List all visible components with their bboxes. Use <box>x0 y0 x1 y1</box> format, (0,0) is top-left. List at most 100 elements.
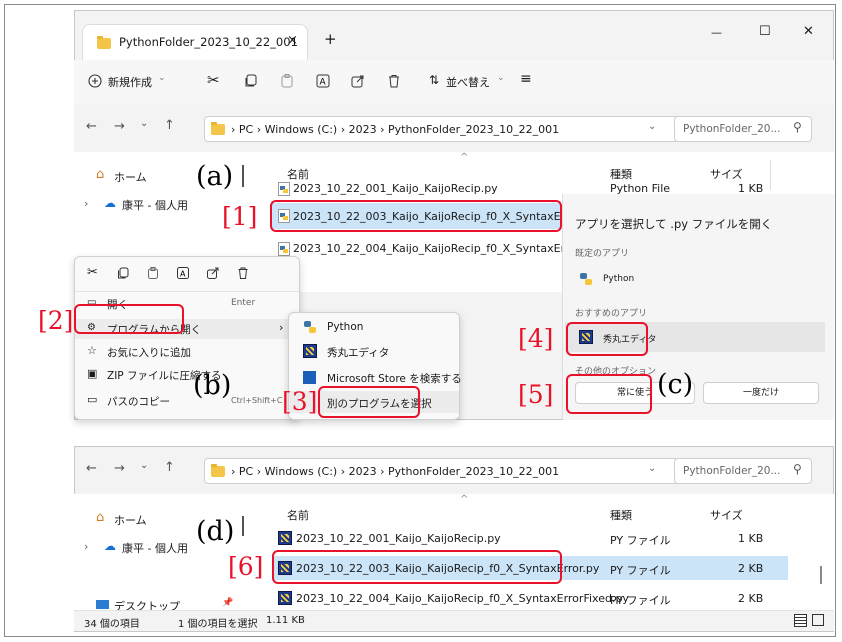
share-icon[interactable] <box>351 74 365 88</box>
submenu-item-python[interactable]: Python <box>289 317 459 337</box>
menu-item-copy-path[interactable]: ▭ パスのコピー Ctrl+Shift+C <box>75 392 299 410</box>
forward-icon[interactable]: → <box>114 119 125 134</box>
path-icon: ▭ <box>87 393 98 406</box>
plus-circle-icon <box>88 74 102 88</box>
file-row[interactable]: 2023_10_22_001_Kaijo_KaijoRecip.py PY ファ… <box>272 528 782 548</box>
col-size[interactable]: サイズ <box>710 166 743 182</box>
menu-item-favorite[interactable]: ☆ お気に入りに追加 <box>75 343 299 361</box>
up-icon[interactable]: ↑ <box>164 460 175 475</box>
minimize-button[interactable]: — <box>711 26 722 39</box>
search-input[interactable]: PythonFolder_20... ⚲ <box>674 458 812 484</box>
command-bar: 新規作成 ⌄ ✂ A ⇅ 並べ替え ⌄ ≡ <box>74 60 834 105</box>
rename-icon[interactable]: A <box>177 267 189 279</box>
col-size[interactable]: サイズ <box>710 507 743 523</box>
breadcrumb-item[interactable]: 2023 <box>349 123 377 136</box>
up-icon[interactable]: ↑ <box>164 118 175 133</box>
breadcrumb-item[interactable]: PC <box>239 465 253 478</box>
back-icon[interactable]: ← <box>86 461 97 476</box>
tab-close-icon[interactable]: × <box>287 33 298 48</box>
cut-icon[interactable]: ✂ <box>87 265 98 280</box>
sort-button[interactable]: ⇅ 並べ替え ⌄ <box>429 73 505 89</box>
delete-icon[interactable] <box>387 74 401 88</box>
copy-icon[interactable] <box>244 74 258 88</box>
highlight-6 <box>272 550 562 584</box>
breadcrumb-item[interactable]: PC <box>239 123 253 136</box>
highlight-2 <box>74 304 184 334</box>
path-dropdown-icon[interactable]: ⌄ <box>648 463 656 474</box>
breadcrumb-item[interactable]: PythonFolder_2023_10_22_001 <box>388 123 559 136</box>
path-dropdown-icon[interactable]: ⌄ <box>648 121 656 132</box>
address-bar-row-bottom: ← → ⌄ ↑ › PC › Windows (C:) › 2023 › Pyt… <box>74 446 834 494</box>
close-button[interactable]: ✕ <box>803 24 814 39</box>
chevron-down-icon: ⌄ <box>497 73 505 83</box>
submenu-label: 秀丸エディタ <box>327 347 390 359</box>
tiles-view-icon[interactable] <box>812 614 824 626</box>
status-size: 1.11 KB <box>266 615 305 626</box>
folder-icon <box>211 464 225 477</box>
forward-icon[interactable]: → <box>114 461 125 476</box>
annotation-d-bar <box>242 516 244 536</box>
menu-item-zip[interactable]: ▣ ZIP ファイルに圧縮する <box>75 366 299 384</box>
breadcrumb-item[interactable]: Windows (C:) <box>265 465 338 478</box>
nav-personal[interactable]: › ☁ 康平 - 個人用 <box>84 539 188 555</box>
col-type[interactable]: 種類 <box>610 507 632 523</box>
back-icon[interactable]: ← <box>86 119 97 134</box>
default-section-label: 既定のアプリ <box>575 249 630 259</box>
breadcrumb-item[interactable]: 2023 <box>349 465 377 478</box>
cut-icon[interactable]: ✂ <box>207 71 220 89</box>
new-tab-button[interactable]: + <box>324 30 337 48</box>
copy-icon[interactable] <box>117 267 129 279</box>
address-path[interactable]: › PC › Windows (C:) › 2023 › PythonFolde… <box>204 458 692 484</box>
paste-icon[interactable] <box>147 267 159 279</box>
paste-icon[interactable] <box>280 74 294 88</box>
tab-folder[interactable]: PythonFolder_2023_10_22_001 × <box>82 24 308 60</box>
annotation-1: [1] <box>222 202 258 231</box>
nav-home[interactable]: ⌂ ホーム <box>96 510 147 527</box>
nav-home[interactable]: ⌂ ホーム <box>96 167 147 184</box>
search-icon: ⚲ <box>793 462 802 476</box>
col-name[interactable]: 名前 <box>287 507 309 523</box>
delete-icon[interactable] <box>237 267 249 279</box>
rename-icon[interactable]: A <box>316 74 330 88</box>
search-placeholder: PythonFolder_20... <box>683 123 781 135</box>
once-button[interactable]: 一度だけ <box>703 382 819 404</box>
menu-item-label: お気に入りに追加 <box>107 347 191 359</box>
address-path[interactable]: › PC › Windows (C:) › 2023 › PythonFolde… <box>204 116 692 142</box>
chevron-right-icon: › <box>279 321 284 334</box>
submenu-item-store[interactable]: Microsoft Store を検索する <box>289 367 462 387</box>
breadcrumb-sep: › <box>380 123 385 136</box>
more-icon[interactable]: ≡ <box>520 71 532 87</box>
annotation-2: [2] <box>38 306 74 335</box>
file-row[interactable]: 2023_10_22_001_Kaijo_KaijoRecip.py <box>272 180 572 197</box>
sort-caret-icon: ^ <box>460 494 469 505</box>
nav-personal[interactable]: › ☁ 康平 - 個人用 <box>84 196 188 212</box>
annotation-6: [6] <box>228 552 264 581</box>
app-option-python[interactable]: Python <box>573 264 773 294</box>
star-icon: ☆ <box>87 344 97 357</box>
nav-personal-label: 康平 - 個人用 <box>122 199 188 212</box>
recent-chevron-icon[interactable]: ⌄ <box>140 460 148 471</box>
python-file-icon <box>278 242 290 256</box>
python-file-icon <box>278 182 290 196</box>
details-view-icon[interactable] <box>794 614 807 627</box>
new-button[interactable]: 新規作成 ⌄ <box>88 73 166 89</box>
file-size: 2 KB <box>738 562 764 575</box>
breadcrumb-item[interactable]: Windows (C:) <box>265 123 338 136</box>
search-input[interactable]: PythonFolder_20... ⚲ <box>674 116 812 142</box>
breadcrumb-sep: › <box>340 123 346 136</box>
annotation-4: [4] <box>518 324 554 353</box>
col-type[interactable]: 種類 <box>610 166 632 182</box>
scrollbar-thumb[interactable] <box>820 566 822 584</box>
annotation-5: [5] <box>518 380 554 409</box>
hidemaru-icon <box>278 591 292 605</box>
file-row[interactable]: 2023_10_22_004_Kaijo_KaijoRecip_f0_X_Syn… <box>272 588 782 608</box>
share-icon[interactable] <box>207 267 219 279</box>
maximize-button[interactable]: ☐ <box>759 24 771 39</box>
breadcrumb: › PC › Windows (C:) › 2023 › PythonFolde… <box>231 465 559 478</box>
file-row[interactable]: 2023_10_22_004_Kaijo_KaijoRecip_f0_X_Syn… <box>272 240 602 257</box>
breadcrumb-item[interactable]: PythonFolder_2023_10_22_001 <box>388 465 559 478</box>
cloud-icon: ☁ <box>104 539 116 553</box>
submenu-item-hidemaru[interactable]: 秀丸エディタ <box>289 341 459 361</box>
recent-chevron-icon[interactable]: ⌄ <box>140 118 148 129</box>
svg-text:A: A <box>320 78 327 88</box>
